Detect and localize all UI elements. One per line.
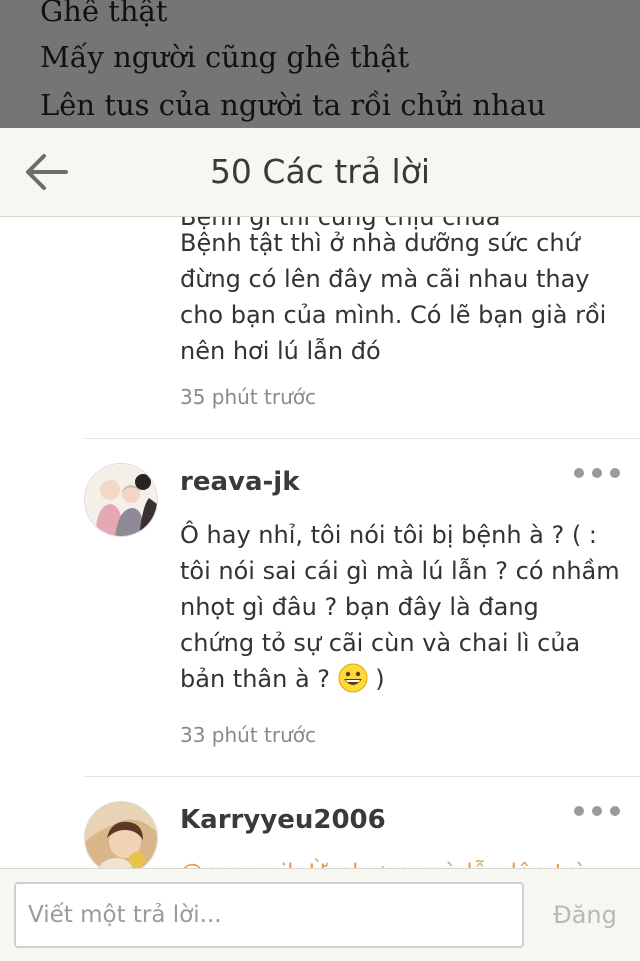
avatar[interactable]	[84, 463, 158, 537]
divider	[84, 438, 640, 439]
dot-icon	[592, 806, 602, 816]
comment-body-end: )	[367, 665, 385, 693]
story-line: Mấy người cũng ghê thật	[40, 40, 410, 74]
comment-username[interactable]: Karryyeu2006	[180, 805, 386, 835]
avatar-image	[85, 464, 157, 536]
comment-text: Bệnh tật thì ở nhà dưỡng sức chứ đừng có…	[180, 229, 607, 365]
dot-icon	[610, 806, 620, 816]
dot-icon	[610, 468, 620, 478]
replies-header: 50 Các trả lời	[0, 128, 640, 217]
comment-timestamp: 33 phút trước	[180, 723, 317, 747]
dot-icon	[574, 468, 584, 478]
comment-timestamp: 35 phút trước	[180, 385, 317, 409]
comment-text-partial: @reava-jk Ừ nhưng mà lẫn lộn trò	[180, 855, 620, 868]
more-options-button[interactable]	[574, 801, 620, 821]
avatar-image	[85, 802, 157, 868]
reply-thread[interactable]: Bệnh gì thì cũng chịu chữa Bệnh tật thì …	[0, 217, 640, 868]
reply-input[interactable]	[14, 882, 524, 948]
page-title: 50 Các trả lời	[209, 152, 431, 191]
dot-icon	[592, 468, 602, 478]
arrow-left-icon	[26, 154, 68, 190]
avatar[interactable]	[84, 801, 158, 868]
reply-bar: Đăng	[0, 868, 640, 961]
comment-username[interactable]: reava-jk	[180, 467, 300, 497]
story-line: Ghê thật	[40, 0, 168, 28]
more-options-button[interactable]	[574, 463, 620, 483]
dot-icon	[574, 806, 584, 816]
post-button[interactable]: Đăng	[540, 882, 630, 948]
comment-body: Ô hay nhỉ, tôi nói tôi bị bệnh à ? ( : t…	[180, 521, 620, 693]
story-line: Lên tus của người ta rồi chửi nhau	[40, 88, 546, 122]
comment-text: Ô hay nhỉ, tôi nói tôi bị bệnh à ? ( : t…	[180, 517, 620, 697]
story-background: Ghê thật Mấy người cũng ghê thật Lên tus…	[0, 0, 640, 128]
back-button[interactable]	[18, 146, 74, 198]
grinning-face-icon	[338, 663, 368, 693]
divider	[84, 776, 640, 777]
